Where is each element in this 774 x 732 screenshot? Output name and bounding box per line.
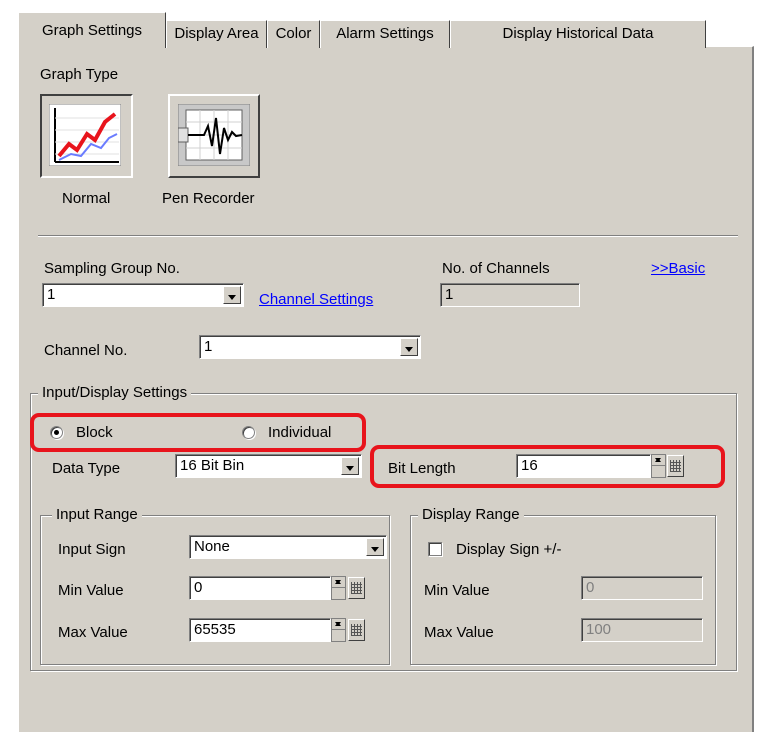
tab-graph-settings[interactable]: Graph Settings bbox=[18, 12, 166, 48]
display-max-input: 100 bbox=[581, 618, 703, 642]
separator bbox=[38, 235, 738, 237]
sampling-group-label: Sampling Group No. bbox=[44, 260, 180, 277]
input-max-label: Max Value bbox=[58, 624, 128, 641]
tab-label: Graph Settings bbox=[41, 22, 143, 39]
channels-field: 1 bbox=[440, 283, 580, 307]
input-min-spinner[interactable] bbox=[331, 576, 346, 600]
channel-settings-link[interactable]: Channel Settings bbox=[259, 291, 373, 309]
channels-value: 1 bbox=[445, 286, 454, 303]
chevron-down-icon[interactable] bbox=[223, 286, 241, 304]
graph-type-pen-recorder-label: Pen Recorder bbox=[162, 190, 255, 207]
tab-display-historical-data[interactable]: Display Historical Data bbox=[450, 20, 706, 48]
line-graph-icon bbox=[49, 104, 121, 166]
graph-type-normal-label: Normal bbox=[62, 190, 111, 207]
tab-color[interactable]: Color bbox=[267, 20, 320, 48]
input-min-label: Min Value bbox=[58, 582, 124, 599]
chevron-down-icon[interactable] bbox=[366, 538, 384, 556]
input-display-settings-legend: Input/Display Settings bbox=[38, 384, 192, 402]
input-min-value: 0 bbox=[194, 579, 203, 596]
display-min-label: Min Value bbox=[424, 582, 490, 599]
display-max-label: Max Value bbox=[424, 624, 494, 641]
tab-alarm-settings[interactable]: Alarm Settings bbox=[320, 20, 450, 48]
sampling-group-dropdown[interactable]: 1 bbox=[42, 283, 244, 307]
tab-label: Display Historical Data bbox=[502, 25, 654, 42]
tab-display-area[interactable]: Display Area bbox=[166, 20, 267, 48]
input-min-keypad-icon[interactable] bbox=[348, 577, 365, 599]
chevron-down-icon[interactable] bbox=[341, 457, 359, 475]
input-max-spinner[interactable] bbox=[331, 618, 346, 642]
input-sign-label: Input Sign bbox=[58, 541, 126, 558]
bit-length-highlight bbox=[370, 445, 725, 488]
display-sign-checkbox[interactable] bbox=[428, 542, 442, 556]
data-type-dropdown[interactable]: 16 Bit Bin bbox=[175, 454, 362, 478]
channel-no-dropdown[interactable]: 1 bbox=[199, 335, 421, 359]
channel-no-label: Channel No. bbox=[44, 342, 128, 359]
mode-highlight bbox=[30, 413, 366, 452]
channel-no-value: 1 bbox=[204, 338, 213, 355]
data-type-value: 16 Bit Bin bbox=[180, 457, 245, 474]
pen-recorder-icon bbox=[178, 104, 250, 166]
display-min-value: 0 bbox=[586, 579, 595, 596]
sampling-group-value: 1 bbox=[47, 286, 56, 303]
display-sign-label[interactable]: Display Sign +/- bbox=[456, 541, 561, 559]
input-range-legend: Input Range bbox=[52, 506, 142, 524]
input-max-input[interactable]: 65535 bbox=[189, 618, 331, 642]
basic-link[interactable]: >>Basic bbox=[651, 260, 705, 278]
input-sign-dropdown[interactable]: None bbox=[189, 535, 387, 559]
tab-label: Color bbox=[275, 25, 312, 42]
data-type-label: Data Type bbox=[52, 460, 121, 477]
input-min-input[interactable]: 0 bbox=[189, 576, 331, 600]
graph-type-pen-recorder-button[interactable] bbox=[168, 94, 260, 178]
channels-label: No. of Channels bbox=[442, 260, 550, 277]
tab-label: Display Area bbox=[174, 25, 259, 42]
input-sign-value: None bbox=[194, 538, 230, 555]
input-max-keypad-icon[interactable] bbox=[348, 619, 365, 641]
chevron-down-icon[interactable] bbox=[400, 338, 418, 356]
graph-type-normal-button[interactable] bbox=[40, 94, 133, 178]
graph-type-label: Graph Type bbox=[40, 66, 119, 83]
input-max-value: 65535 bbox=[194, 621, 236, 638]
display-min-input: 0 bbox=[581, 576, 703, 600]
display-range-legend: Display Range bbox=[418, 506, 524, 524]
display-max-value: 100 bbox=[586, 621, 612, 638]
tab-label: Alarm Settings bbox=[336, 25, 434, 42]
